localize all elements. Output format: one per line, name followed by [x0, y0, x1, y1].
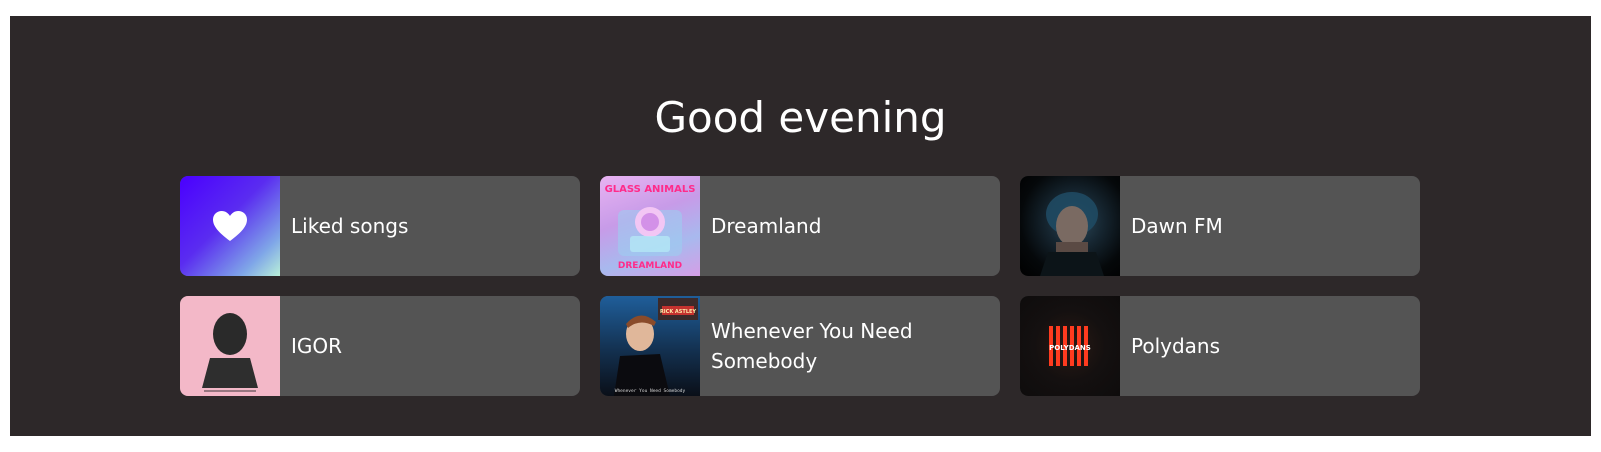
igor-album-cover [180, 296, 280, 396]
card-igor[interactable]: IGOR [180, 296, 580, 396]
svg-text:POLYDANS: POLYDANS [1049, 344, 1091, 352]
svg-text:GLASS ANIMALS: GLASS ANIMALS [605, 184, 696, 195]
card-whenever-you-need-somebody[interactable]: RICK ASTLEY Whenever You Need Somebody W… [600, 296, 1000, 396]
rick-art: RICK ASTLEY Whenever You Need Somebody [614, 298, 698, 396]
page-title: Good evening [654, 93, 947, 142]
card-label: Liked songs [291, 214, 409, 238]
quick-picks-grid: Liked songs GLASS ANIMALS DREAMLAND Drea… [180, 176, 1430, 396]
card-label: IGOR [291, 334, 343, 358]
card-label: Dreamland [711, 214, 822, 238]
svg-text:DREAMLAND: DREAMLAND [618, 261, 682, 271]
dawn-fm-album-cover [1020, 176, 1120, 276]
liked-songs-cover [180, 176, 280, 276]
igor-art [202, 313, 258, 392]
card-polydans[interactable]: POLYDANS Polydans [1020, 296, 1420, 396]
dreamland-album-cover: GLASS ANIMALS DREAMLAND [600, 176, 700, 276]
card-liked-songs[interactable]: Liked songs [180, 176, 580, 276]
svg-text:RICK ASTLEY: RICK ASTLEY [660, 309, 696, 315]
card-label: Polydans [1131, 334, 1221, 358]
dreamland-art: GLASS ANIMALS DREAMLAND [605, 184, 696, 271]
card-dreamland[interactable]: GLASS ANIMALS DREAMLAND Dreamland [600, 176, 1000, 276]
card-label: Dawn FM [1131, 214, 1223, 238]
whenever-you-need-somebody-album-cover: RICK ASTLEY Whenever You Need Somebody [600, 296, 700, 396]
card-label: Whenever You Need Somebody [711, 319, 913, 373]
polydans-album-cover: POLYDANS [1020, 296, 1120, 396]
polydans-art: POLYDANS [1049, 326, 1091, 366]
dawn-fm-art [1040, 192, 1104, 276]
home-panel: Good evening Liked songs GLASS ANIMALS D… [10, 16, 1591, 436]
card-dawn-fm[interactable]: Dawn FM [1020, 176, 1420, 276]
svg-text:Whenever You Need Somebody: Whenever You Need Somebody [615, 388, 686, 394]
heart-icon [213, 211, 247, 241]
